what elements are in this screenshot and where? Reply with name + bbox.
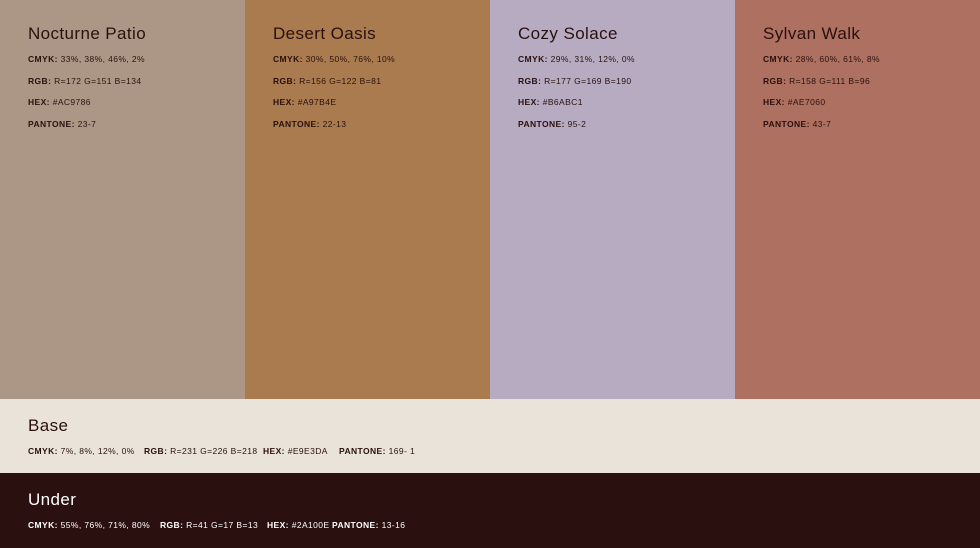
pantone-label: PANTONE: <box>332 520 379 530</box>
hex-value: #AE7060 <box>787 97 826 107</box>
hex-label: HEX: <box>763 97 785 107</box>
cmyk-spec: CMYK: 28%, 60%, 61%, 8% <box>763 54 980 64</box>
swatch-desert-oasis: Desert Oasis CMYK: 30%, 50%, 76%, 10% RG… <box>245 0 490 399</box>
hex-label: HEX: <box>263 446 285 456</box>
rgb-label: RGB: <box>273 75 297 86</box>
color-swatches: Nocturne Patio CMYK: 33%, 38%, 46%, 2% R… <box>0 0 980 399</box>
pantone-label: PANTONE: <box>518 118 565 129</box>
rgb-value: R=177 G=169 B=190 <box>544 75 632 86</box>
under-specs: CMYK: 55%, 76%, 71%, 80% RGB: R=41 G=17 … <box>28 520 980 530</box>
rgb-label: RGB: <box>763 75 787 86</box>
rgb-spec: RGB: R=156 G=122 B=81 <box>273 76 490 86</box>
cmyk-spec: CMYK: 7%, 8%, 12%, 0% <box>28 446 144 456</box>
rgb-spec: RGB: R=231 G=226 B=218 <box>144 446 263 456</box>
pantone-value: 43-7 <box>812 118 832 129</box>
pantone-spec: PANTONE: 169- 1 <box>339 446 415 456</box>
cmyk-value: 28%, 60%, 61%, 8% <box>795 54 880 64</box>
rgb-value: R=231 G=226 B=218 <box>170 446 258 456</box>
hex-value: #AC9786 <box>52 97 91 107</box>
hex-spec: HEX: #AE7060 <box>763 97 980 107</box>
cmyk-spec: CMYK: 29%, 31%, 12%, 0% <box>518 54 735 64</box>
rgb-spec: RGB: R=172 G=151 B=134 <box>28 76 245 86</box>
cmyk-value: 30%, 50%, 76%, 10% <box>305 54 396 64</box>
pantone-spec: PANTONE: 23-7 <box>28 119 245 129</box>
pantone-label: PANTONE: <box>28 118 75 129</box>
swatch-nocturne-patio: Nocturne Patio CMYK: 33%, 38%, 46%, 2% R… <box>0 0 245 399</box>
base-specs: CMYK: 7%, 8%, 12%, 0% RGB: R=231 G=226 B… <box>28 446 980 456</box>
hex-value: #A97B4E <box>297 97 337 107</box>
hex-label: HEX: <box>273 97 295 107</box>
pantone-label: PANTONE: <box>763 118 810 129</box>
hex-label: HEX: <box>518 97 540 107</box>
pantone-value: 95-2 <box>567 118 587 129</box>
cmyk-label: CMYK: <box>273 54 303 64</box>
pantone-value: 13-16 <box>381 520 406 530</box>
hex-spec: HEX: #E9E3DA <box>263 446 339 456</box>
swatch-name: Nocturne Patio <box>28 24 147 43</box>
pantone-spec: PANTONE: 22-13 <box>273 119 490 129</box>
hex-value: #2A100E <box>291 520 330 530</box>
base-color-band: Base CMYK: 7%, 8%, 12%, 0% RGB: R=231 G=… <box>0 399 980 473</box>
under-name: Under <box>28 490 77 509</box>
hex-spec: HEX: #B6ABC1 <box>518 97 735 107</box>
cmyk-value: 55%, 76%, 71%, 80% <box>60 520 151 530</box>
hex-spec: HEX: #AC9786 <box>28 97 245 107</box>
cmyk-label: CMYK: <box>763 54 793 64</box>
cmyk-value: 29%, 31%, 12%, 0% <box>550 54 635 64</box>
cmyk-label: CMYK: <box>28 520 58 530</box>
hex-spec: HEX: #2A100E <box>267 520 332 530</box>
rgb-label: RGB: <box>28 75 52 86</box>
swatch-cozy-solace: Cozy Solace CMYK: 29%, 31%, 12%, 0% RGB:… <box>490 0 735 399</box>
under-color-band: Under CMYK: 55%, 76%, 71%, 80% RGB: R=41… <box>0 473 980 548</box>
rgb-value: R=158 G=111 B=96 <box>789 75 871 86</box>
cmyk-value: 7%, 8%, 12%, 0% <box>60 446 135 456</box>
pantone-label: PANTONE: <box>273 118 320 129</box>
hex-value: #E9E3DA <box>287 446 328 456</box>
rgb-spec: RGB: R=41 G=17 B=13 <box>160 520 267 530</box>
hex-spec: HEX: #A97B4E <box>273 97 490 107</box>
base-name: Base <box>28 416 69 435</box>
cmyk-spec: CMYK: 33%, 38%, 46%, 2% <box>28 54 245 64</box>
pantone-spec: PANTONE: 13-16 <box>332 520 405 530</box>
cmyk-label: CMYK: <box>28 446 58 456</box>
rgb-label: RGB: <box>144 446 168 456</box>
pantone-value: 169- 1 <box>388 446 416 456</box>
rgb-spec: RGB: R=177 G=169 B=190 <box>518 76 735 86</box>
cmyk-label: CMYK: <box>518 54 548 64</box>
pantone-value: 22-13 <box>322 118 347 129</box>
cmyk-spec: CMYK: 30%, 50%, 76%, 10% <box>273 54 490 64</box>
pantone-value: 23-7 <box>77 118 97 129</box>
rgb-value: R=172 G=151 B=134 <box>54 75 142 86</box>
cmyk-spec: CMYK: 55%, 76%, 71%, 80% <box>28 520 160 530</box>
swatch-name: Desert Oasis <box>273 24 377 43</box>
swatch-name: Sylvan Walk <box>763 24 861 43</box>
pantone-spec: PANTONE: 95-2 <box>518 119 735 129</box>
pantone-spec: PANTONE: 43-7 <box>763 119 980 129</box>
pantone-label: PANTONE: <box>339 446 386 456</box>
swatch-sylvan-walk: Sylvan Walk CMYK: 28%, 60%, 61%, 8% RGB:… <box>735 0 980 399</box>
rgb-spec: RGB: R=158 G=111 B=96 <box>763 76 980 86</box>
swatch-name: Cozy Solace <box>518 24 618 43</box>
rgb-label: RGB: <box>518 75 542 86</box>
cmyk-label: CMYK: <box>28 54 58 64</box>
hex-label: HEX: <box>267 520 289 530</box>
rgb-label: RGB: <box>160 520 184 530</box>
rgb-value: R=156 G=122 B=81 <box>299 75 382 86</box>
rgb-value: R=41 G=17 B=13 <box>186 520 259 530</box>
cmyk-value: 33%, 38%, 46%, 2% <box>60 54 145 64</box>
hex-value: #B6ABC1 <box>542 97 583 107</box>
hex-label: HEX: <box>28 97 50 107</box>
